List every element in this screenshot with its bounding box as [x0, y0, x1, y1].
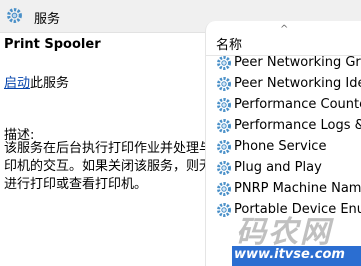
- window-title: 服务: [34, 12, 61, 27]
- service-row[interactable]: Plug and Play: [206, 158, 361, 179]
- service-gear-icon: [217, 203, 231, 217]
- service-row-label: PNRP Machine Name: [234, 181, 361, 196]
- service-gear-icon: [217, 56, 231, 70]
- sort-ascending-icon: ^: [280, 24, 289, 35]
- service-gear-icon: [217, 182, 231, 196]
- service-action: 启动此服务: [4, 72, 69, 91]
- service-row-label: Phone Service: [234, 139, 327, 154]
- service-row-label: Peer Networking Iden: [234, 76, 361, 91]
- service-gear-icon: [217, 140, 231, 154]
- service-detail-panel: Print Spooler 启动此服务 描述: 该服务在后台执行打印作业并处理与…: [0, 33, 232, 266]
- service-row[interactable]: Performance Counter: [206, 95, 361, 116]
- service-row[interactable]: PNRP Machine Name: [206, 179, 361, 200]
- service-row[interactable]: Peer Networking Grou: [206, 53, 361, 74]
- start-service-link[interactable]: 启动: [4, 76, 30, 91]
- service-row-label: Plug and Play: [234, 160, 322, 175]
- name-column-label: 名称: [216, 38, 243, 53]
- service-action-suffix: 此服务: [30, 76, 70, 91]
- watermark-url: www.itvse.com: [234, 247, 345, 262]
- site-watermark: 码农网 www.itvse.com: [232, 205, 361, 266]
- service-row-label: Peer Networking Grou: [234, 55, 361, 70]
- service-row[interactable]: Phone Service: [206, 137, 361, 158]
- service-gear-icon: [217, 98, 231, 112]
- services-gear-icon: [7, 8, 22, 23]
- service-gear-icon: [217, 161, 231, 175]
- watermark-brand: 码农网: [236, 215, 332, 250]
- service-gear-icon: [217, 119, 231, 133]
- watermark-url-bar: www.itvse.com: [232, 246, 361, 266]
- service-row[interactable]: Performance Logs & A: [206, 116, 361, 137]
- service-row-label: Performance Logs & A: [234, 118, 361, 133]
- services-list: Peer Networking Grou Peer Networking Ide…: [206, 53, 361, 221]
- description-text: 该服务在后台执行打印作业并处理与打印机的交互。如果关闭该服务，则无法进行打印或查…: [4, 141, 226, 192]
- service-row-label: Performance Counter: [234, 97, 361, 112]
- service-row[interactable]: Peer Networking Iden: [206, 74, 361, 95]
- service-gear-icon: [217, 77, 231, 91]
- selected-service-name: Print Spooler: [4, 37, 101, 52]
- name-column-header[interactable]: ^ 名称: [206, 21, 361, 56]
